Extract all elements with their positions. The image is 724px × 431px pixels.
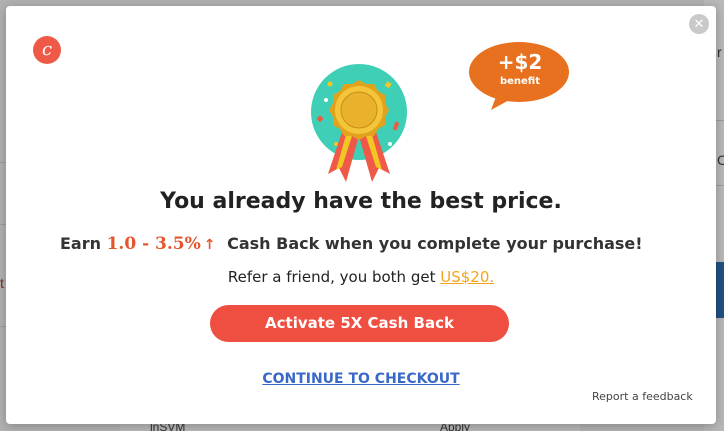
- benefit-amount: +$2: [497, 50, 543, 74]
- extension-logo: c: [33, 36, 61, 64]
- referral-amount-link[interactable]: US$20.: [440, 268, 494, 286]
- referral-text: Refer a friend, you both get US$20.: [6, 268, 716, 286]
- continue-to-checkout-link[interactable]: CONTINUE TO CHECKOUT: [6, 371, 716, 387]
- logo-letter: c: [41, 38, 53, 60]
- activate-cashback-button[interactable]: Activate 5X Cash Back: [210, 305, 509, 342]
- best-price-modal: c ✕ +$2 benefit You already have the bes…: [6, 6, 716, 424]
- earn-suffix: Cash Back when you complete your purchas…: [227, 234, 643, 253]
- medal-icon: [311, 64, 407, 182]
- benefit-label: benefit: [499, 76, 541, 87]
- referral-label: Refer a friend, you both get: [227, 268, 436, 286]
- earn-cashback-text: Earn 1.0 - 3.5% ↑ Cash Back when you comp…: [60, 234, 670, 254]
- cashback-rate: 1.0 - 3.5%: [106, 234, 201, 254]
- headline: You already have the best price.: [160, 189, 562, 214]
- close-button[interactable]: ✕: [689, 14, 709, 34]
- close-icon: ✕: [693, 16, 705, 32]
- up-arrow-icon: ↑: [203, 237, 216, 253]
- report-feedback-link[interactable]: Report a feedback: [592, 390, 693, 403]
- earn-prefix: Earn: [60, 234, 102, 253]
